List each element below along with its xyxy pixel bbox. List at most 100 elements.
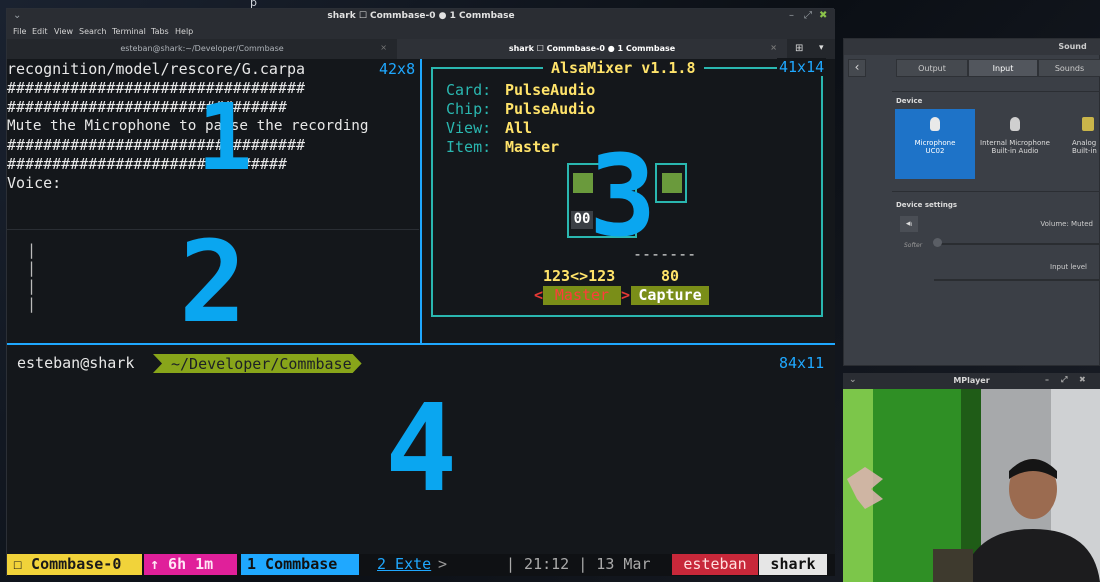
pane1-line: ################################# [7,79,306,97]
pane-3[interactable]: AlsaMixer v1.1.8 41x14 Card: PulseAudio … [422,58,835,343]
tab-output[interactable]: Output [896,59,968,77]
menu-terminal[interactable]: Terminal [112,27,146,36]
softer-label: Softer [904,242,923,249]
mplayer-title: MPlayer [953,376,990,385]
window-menu-icon[interactable]: ⌄ [849,375,857,385]
divider [892,91,1100,92]
pane2-bar: | [27,295,37,313]
tmux-area: recognition/model/rescore/G.carpa 42x8 #… [7,58,835,564]
status-window-2-arrow: > [438,555,448,573]
status-uptime: ↑ 6h 1m [144,554,237,575]
pane-number-4: 4 [385,380,458,519]
alsamixer-size: 41x14 [777,58,827,76]
new-tab-icon[interactable]: ⊞ [795,43,803,54]
volume-slider-knob[interactable] [933,238,942,247]
device-subtitle: UC02 [925,147,945,155]
device-microphone-uc02[interactable]: Microphone UC02 [895,109,975,179]
volume-slider-track[interactable] [934,243,1100,245]
microphone-icon [1010,117,1020,131]
tab-close-icon[interactable]: × [770,43,777,52]
close-icon[interactable]: ✖ [1079,375,1086,384]
master-channel-label[interactable]: Master [543,286,621,305]
status-time: | 21:12 | 13 Mar [506,555,651,573]
capture-channel-label[interactable]: Capture [631,286,709,305]
input-level-meter [934,279,1100,281]
tab-commbase-shell[interactable]: esteban@shark:~/Developer/Commbase × [7,39,397,59]
device-analog[interactable]: Analog Built-in [1055,109,1100,179]
item-label: Item: [446,138,492,156]
input-level-label: Input level [1050,263,1087,271]
menu-help[interactable]: Help [175,27,193,36]
capture-dashes: ------- [633,245,697,263]
maximize-icon[interactable]: ⤢ [1061,375,1067,385]
minimize-icon[interactable]: – [1045,375,1049,384]
divider [892,191,1100,192]
device-subtitle: Built-in Audio [991,147,1039,155]
pane-number-1: 1 [197,84,253,191]
status-window-1[interactable]: 1 Commbase [241,554,359,575]
tab-label: shark ☐ Commbase-0 ● 1 Commbase [508,44,676,53]
audio-card-icon [1082,117,1094,131]
tab-input[interactable]: Input [968,59,1038,77]
pane-1[interactable]: recognition/model/rescore/G.carpa 42x8 #… [7,59,419,227]
chip-label: Chip: [446,100,492,118]
volume-status: Volume: Muted [1040,220,1093,228]
tab-close-icon[interactable]: × [380,43,387,52]
maximize-icon[interactable]: ⤢ [804,10,812,21]
pane-2[interactable]: | | | | 2 [7,227,419,343]
prompt-path-segment: ~/Developer/Commbase [153,354,362,373]
pane1-line: recognition/model/rescore/G.carpa [7,60,306,78]
tmux-status-bar: ☐ Commbase-0 ↑ 6h 1m 1 Commbase 2 Exte >… [7,554,835,576]
status-user: esteban [672,554,758,575]
capture-volume-slider[interactable] [655,163,687,203]
tabs-dropdown-icon[interactable]: ▾ [819,43,824,53]
menu-search[interactable]: Search [79,27,106,36]
terminal-tab-bar: esteban@shark:~/Developer/Commbase × sha… [7,39,835,59]
back-button[interactable]: ‹ [848,59,866,77]
device-internal-microphone[interactable]: Internal Microphone Built-in Audio [975,109,1055,179]
view-value: All [505,119,533,137]
status-session[interactable]: ☐ Commbase-0 [7,554,142,575]
tab-sounds[interactable]: Sounds [1038,59,1100,77]
sound-settings-window: Sound ‹ Output Input Sounds Device Micro… [843,38,1100,366]
pane1-line: Voice: [7,174,62,192]
status-host: shark [759,554,827,575]
pane2-bar: | [27,277,37,295]
pane2-bar: | [27,241,37,259]
mplayer-window: ⌄ MPlayer – ⤢ ✖ [843,373,1100,582]
terminal-menubar: File Edit View Search Terminal Tabs Help [7,25,835,39]
mute-volume-icon[interactable]: ◂ᵢ [900,216,918,232]
card-value: PulseAudio [505,81,596,99]
terminal-window: ⌄ shark ☐ Commbase-0 ● 1 Commbase – ⤢ ✖ … [6,8,835,576]
pane1-size: 42x8 [379,60,416,78]
device-subtitle: Built-in [1072,147,1097,155]
prompt-user: esteban@shark [17,354,135,372]
alsamixer-frame: AlsaMixer v1.1.8 41x14 Card: PulseAudio … [431,58,827,317]
webcam-frame [843,389,1100,582]
right-marker: > [621,286,631,304]
menu-view[interactable]: View [54,27,73,36]
master-value: 123<>123 [543,267,616,285]
menu-file[interactable]: File [13,27,26,36]
pane2-bar: | [27,259,37,277]
pane1-line: Mute the Microphone to pause the recordi… [7,118,369,134]
capture-value: 80 [661,267,680,285]
view-label: View: [446,119,492,137]
left-marker: < [534,286,544,304]
pane-4[interactable]: esteban@shark ~/Developer/Commbase 84x11… [7,346,835,554]
menu-edit[interactable]: Edit [32,27,48,36]
device-name: Analog [1072,139,1097,147]
prompt-path: ~/Developer/Commbase [171,355,352,373]
terminal-title: shark ☐ Commbase-0 ● 1 Commbase [327,11,515,21]
device-settings-heading: Device settings [896,201,958,209]
microphone-icon [930,117,940,131]
minimize-icon[interactable]: – [789,10,794,21]
terminal-titlebar: ⌄ shark ☐ Commbase-0 ● 1 Commbase – ⤢ ✖ [7,9,835,25]
device-name: Microphone [914,139,956,147]
capture-level-fill [662,173,682,193]
tab-tmux-session[interactable]: shark ☐ Commbase-0 ● 1 Commbase × [397,39,787,59]
close-icon[interactable]: ✖ [819,10,827,21]
menu-tabs[interactable]: Tabs [151,27,169,36]
sound-title: Sound [844,39,1100,55]
alsamixer-title: AlsaMixer v1.1.8 [543,59,704,77]
